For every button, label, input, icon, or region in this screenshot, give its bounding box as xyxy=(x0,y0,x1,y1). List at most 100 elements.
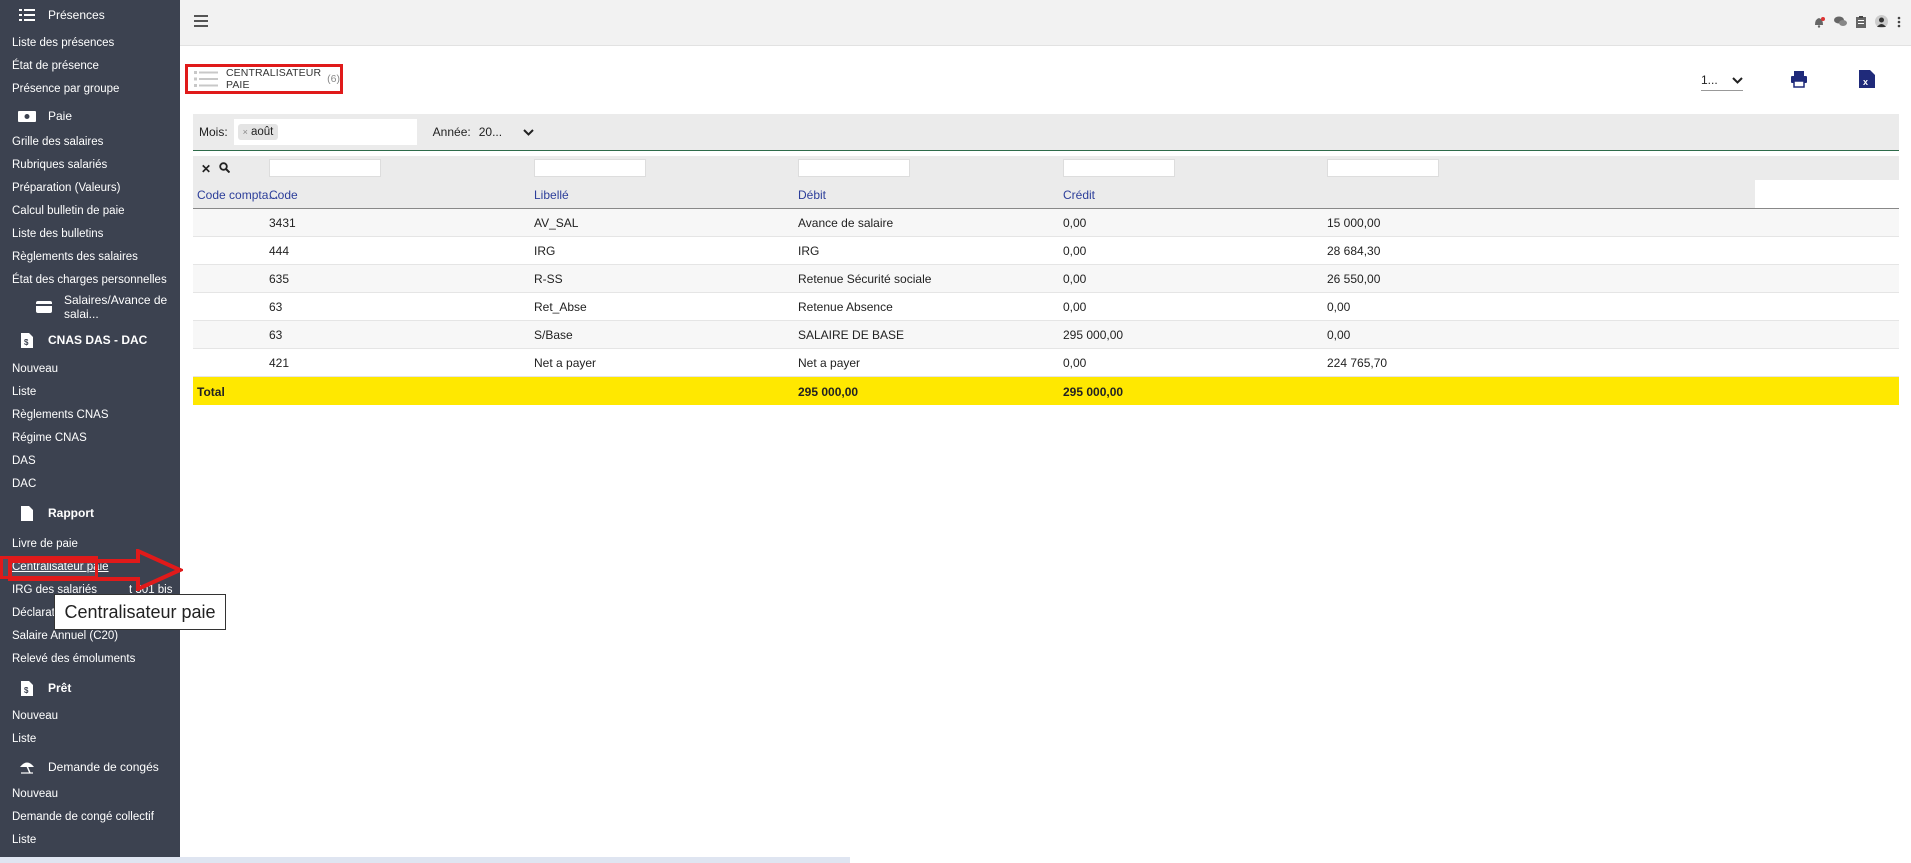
cell-credit: 26 550,00 xyxy=(1327,272,1381,286)
sidebar-item-conges-nouveau[interactable]: Nouveau xyxy=(0,783,180,806)
clear-filter-icon[interactable]: ✕ xyxy=(201,162,211,176)
sidebar-item-etat-charges[interactable]: État des charges personnelles xyxy=(0,269,180,292)
annee-value: 20... xyxy=(478,125,503,139)
mois-chip: × août xyxy=(237,124,279,140)
sidebar-item-pret-liste[interactable]: Liste xyxy=(0,728,180,751)
user-avatar-icon[interactable] xyxy=(1875,15,1888,31)
cell-debit: 295 000,00 xyxy=(1063,328,1124,342)
sidebar-item-conge-collectif[interactable]: Demande de congé collectif xyxy=(0,806,180,829)
column-header-libelle[interactable]: Libellé xyxy=(534,188,569,202)
filter-input-code[interactable] xyxy=(269,159,381,177)
sidebar-item-rubriques-salaries[interactable]: Rubriques salariés xyxy=(0,154,180,177)
sidebar-section-presences[interactable]: Présences xyxy=(0,0,180,30)
document-dollar-icon: $ xyxy=(18,680,36,696)
cell-code: 63 xyxy=(269,300,283,314)
chat-icon[interactable] xyxy=(1834,16,1847,30)
svg-text:$: $ xyxy=(24,686,29,695)
header-blank-cell xyxy=(1755,180,1899,208)
search-icon[interactable] xyxy=(219,162,231,176)
column-filter-row: ✕ xyxy=(193,156,1899,180)
notification-bell-icon[interactable] xyxy=(1813,16,1825,31)
svg-text:$: $ xyxy=(24,338,29,347)
sidebar-item-das[interactable]: DAS xyxy=(0,450,180,473)
sidebar-item-cnas-liste[interactable]: Liste xyxy=(0,381,180,404)
remove-chip-icon[interactable]: × xyxy=(243,127,248,137)
table-row[interactable]: 635 R-SS Retenue Sécurité sociale 0,00 2… xyxy=(193,265,1899,293)
sidebar-item-liste-bulletins[interactable]: Liste des bulletins xyxy=(0,223,180,246)
record-count: (6) xyxy=(327,73,340,85)
data-table: ✕ Code compta... Code Libellé Débit Créd… xyxy=(193,156,1899,405)
top-icons xyxy=(1813,15,1901,31)
sidebar-item-reglements-salaires[interactable]: Règlements des salaires xyxy=(0,246,180,269)
sidebar-section-label: CNAS DAS - DAC xyxy=(48,333,148,347)
cell-libelle: IRG xyxy=(534,244,556,258)
sidebar-section-label: Rapport xyxy=(48,506,94,520)
page-title-text: CENTRALISATEUR PAIE xyxy=(226,67,322,91)
cell-credit: 28 684,30 xyxy=(1327,244,1381,258)
cell-libelle: R-SS xyxy=(534,272,563,286)
table-row[interactable]: 421 Net a payer Net a payer 0,00 224 765… xyxy=(193,349,1899,377)
table-row[interactable]: 63 Ret_Abse Retenue Absence 0,00 0,00 xyxy=(193,293,1899,321)
sidebar-item-presence-groupe[interactable]: Présence par groupe xyxy=(0,78,180,101)
column-header-debit[interactable]: Débit xyxy=(798,188,826,202)
sidebar-section-paie[interactable]: Paie xyxy=(0,101,180,131)
print-icon[interactable] xyxy=(1790,70,1808,88)
cell-description: SALAIRE DE BASE xyxy=(798,328,905,342)
filter-input-libelle[interactable] xyxy=(534,159,646,177)
table-row[interactable]: 63 S/Base SALAIRE DE BASE 295 000,00 0,0… xyxy=(193,321,1899,349)
annotation-arrow-icon xyxy=(8,549,183,591)
tooltip: Centralisateur paie xyxy=(54,594,226,630)
wallet-icon xyxy=(36,300,52,314)
sidebar-section-label: Paie xyxy=(48,109,73,123)
sidebar-item-conges-liste[interactable]: Liste xyxy=(0,829,180,852)
more-vertical-icon[interactable] xyxy=(1897,16,1901,31)
column-header-code-compta[interactable]: Code compta... xyxy=(197,188,278,202)
sidebar-item-releve-emoluments[interactable]: Relevé des émoluments xyxy=(0,648,180,671)
annee-select[interactable]: 20... xyxy=(479,121,534,143)
sidebar-section-salaires-avance[interactable]: Salaires/Avance de salai... xyxy=(0,292,180,322)
page-size-select[interactable]: 1... xyxy=(1701,70,1743,91)
cell-description: Retenue Absence xyxy=(798,300,893,314)
filter-input-debit-name[interactable] xyxy=(798,159,910,177)
excel-export-icon[interactable]: x xyxy=(1859,70,1875,88)
sidebar-section-rapport[interactable]: Rapport xyxy=(0,496,180,530)
sidebar-item-grille-salaires[interactable]: Grille des salaires xyxy=(0,131,180,154)
mois-select[interactable]: × août xyxy=(233,119,417,145)
main-content: CENTRALISATEUR PAIE (6) 1... x Mois: × a… xyxy=(180,46,1911,863)
column-header-code[interactable]: Code xyxy=(269,188,298,202)
sidebar-item-etat-presence[interactable]: État de présence xyxy=(0,55,180,78)
sidebar-section-conges[interactable]: Demande de congés xyxy=(0,751,180,783)
sidebar-item-reglements-cnas[interactable]: Règlements CNAS xyxy=(0,404,180,427)
table-row[interactable]: 444 IRG IRG 0,00 28 684,30 xyxy=(193,237,1899,265)
file-icon xyxy=(18,505,36,521)
top-bar xyxy=(180,0,1911,46)
filter-input-debit[interactable] xyxy=(1063,159,1175,177)
sidebar-item-calcul-bulletin[interactable]: Calcul bulletin de paie xyxy=(0,200,180,223)
filter-input-credit[interactable] xyxy=(1327,159,1439,177)
sidebar-item-liste-presences[interactable]: Liste des présences xyxy=(0,32,180,55)
total-label: Total xyxy=(197,385,225,399)
sidebar-section-label: Prêt xyxy=(48,681,72,695)
mois-label: Mois: xyxy=(199,125,228,139)
cell-debit: 0,00 xyxy=(1063,356,1087,370)
table-row[interactable]: 3431 AV_SAL Avance de salaire 0,00 15 00… xyxy=(193,209,1899,237)
money-icon xyxy=(18,109,36,123)
column-header-credit[interactable]: Crédit xyxy=(1063,188,1095,202)
cell-description: Net a payer xyxy=(798,356,861,370)
sidebar-item-cnas-nouveau[interactable]: Nouveau xyxy=(0,358,180,381)
sidebar-item-regime-cnas[interactable]: Régime CNAS xyxy=(0,427,180,450)
sidebar-section-cnas[interactable]: $ CNAS DAS - DAC xyxy=(0,322,180,358)
document-dollar-icon: $ xyxy=(18,332,36,348)
table-body: 3431 AV_SAL Avance de salaire 0,00 15 00… xyxy=(193,209,1899,377)
cell-libelle: AV_SAL xyxy=(534,216,579,230)
sidebar-item-pret-nouveau[interactable]: Nouveau xyxy=(0,705,180,728)
sidebar-item-dac[interactable]: DAC xyxy=(0,473,180,496)
sidebar-item-preparation-valeurs[interactable]: Préparation (Valeurs) xyxy=(0,177,180,200)
sidebar-section-pret[interactable]: $ Prêt xyxy=(0,671,180,705)
cell-credit: 0,00 xyxy=(1327,300,1351,314)
menu-toggle-icon[interactable] xyxy=(194,15,208,27)
clipboard-icon[interactable] xyxy=(1856,15,1866,31)
cell-credit: 224 765,70 xyxy=(1327,356,1388,370)
cell-debit: 0,00 xyxy=(1063,244,1087,258)
cell-credit: 0,00 xyxy=(1327,328,1351,342)
